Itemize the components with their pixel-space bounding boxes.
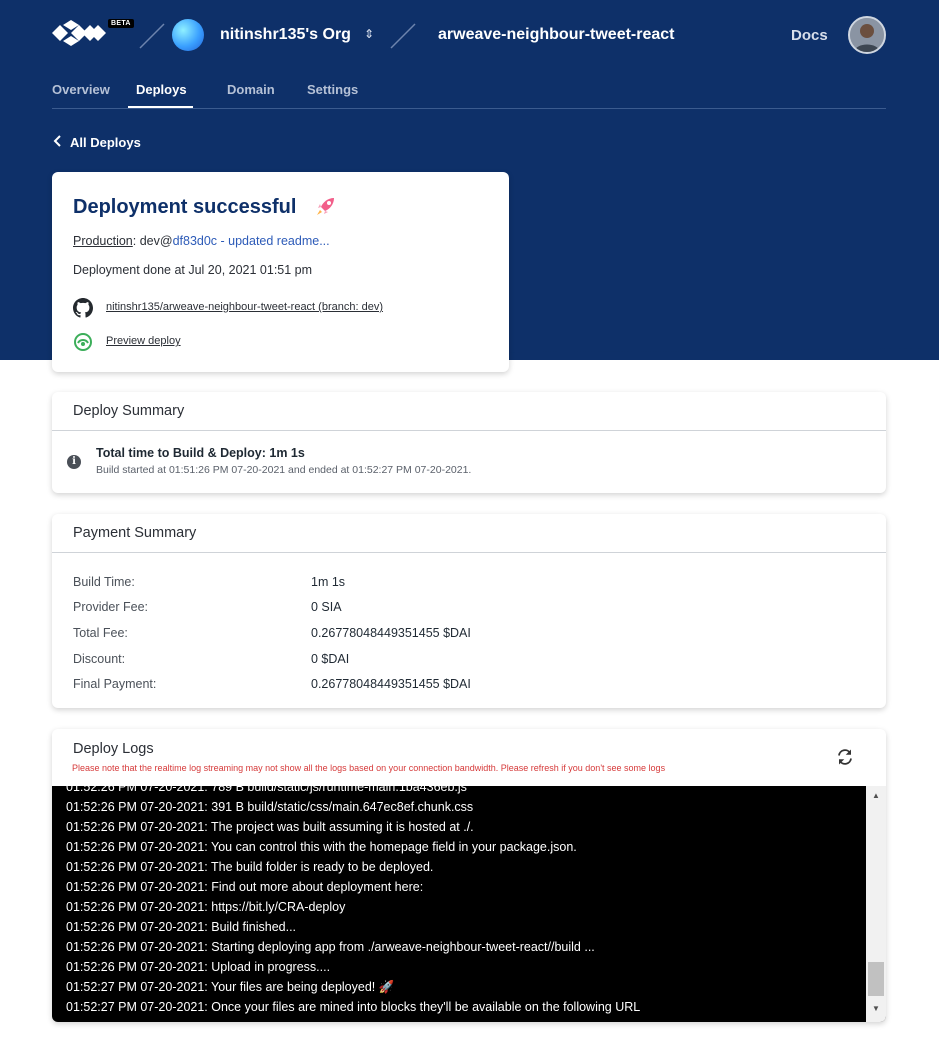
project-name[interactable]: arweave-neighbour-tweet-react xyxy=(438,26,675,44)
log-line: 01:52:26 PM 07-20-2021: Build finished..… xyxy=(66,920,297,934)
info-icon: i xyxy=(67,455,81,469)
logs-warning-note: Please note that the realtime log stream… xyxy=(72,763,666,773)
provider-fee-value: 0 SIA xyxy=(311,600,342,614)
production-label[interactable]: Production xyxy=(73,234,133,248)
log-scrollbar[interactable]: ▲ ▼ xyxy=(866,786,886,1022)
commit-link[interactable]: df83d0c - updated readme... xyxy=(173,234,330,248)
project-tabs: Overview Deploys Domain Settings xyxy=(52,78,886,109)
tab-deploys[interactable]: Deploys xyxy=(128,82,193,108)
payment-summary-header: Payment Summary xyxy=(52,514,886,553)
provider-fee-label: Provider Fee: xyxy=(73,600,149,614)
log-lines: 01:52:26 PM 07-20-2021: 789 B build/stat… xyxy=(66,786,856,1017)
chevron-up-down-icon[interactable]: ⇕ xyxy=(364,27,374,41)
log-line: 01:52:26 PM 07-20-2021: Find out more ab… xyxy=(66,880,424,894)
org-name[interactable]: nitinshr135's Org xyxy=(220,26,351,44)
payment-row: Build Time: 1m 1s xyxy=(73,575,873,591)
payment-row: Provider Fee: 0 SIA xyxy=(73,600,873,616)
payment-row: Total Fee: 0.26778048449351455 $DAI xyxy=(73,626,873,642)
logo-icon[interactable] xyxy=(52,20,106,46)
deployment-done-text: Deployment done at Jul 20, 2021 01:51 pm xyxy=(73,263,313,277)
discount-value: 0 $DAI xyxy=(311,652,350,666)
total-time-text: Total time to Build & Deploy: 1m 1s xyxy=(96,446,305,460)
chevron-left-icon xyxy=(53,135,61,147)
user-avatar[interactable] xyxy=(848,16,886,54)
breadcrumb-separator xyxy=(139,23,165,49)
scroll-thumb[interactable] xyxy=(868,962,884,996)
all-deploys-label: All Deploys xyxy=(70,135,141,150)
log-line: 01:52:26 PM 07-20-2021: Starting deployi… xyxy=(66,940,595,954)
log-line: 01:52:26 PM 07-20-2021: The project was … xyxy=(66,820,474,834)
docs-link[interactable]: Docs xyxy=(791,27,828,44)
deployment-status-title: Deployment successful xyxy=(73,196,297,218)
log-console[interactable]: 01:52:26 PM 07-20-2021: 789 B build/stat… xyxy=(52,786,886,1022)
log-line: 01:52:26 PM 07-20-2021: 391 B build/stat… xyxy=(66,800,474,814)
payment-row: Final Payment: 0.26778048449351455 $DAI xyxy=(73,677,873,693)
branch-prefix: : dev@ xyxy=(132,234,173,248)
payment-row: Discount: 0 $DAI xyxy=(73,652,873,668)
top-bar: BETA nitinshr135's Org ⇕ arweave-neighbo… xyxy=(52,14,886,58)
log-line: 01:52:27 PM 07-20-2021: Once your files … xyxy=(66,1000,641,1014)
preview-row: Preview deploy xyxy=(73,332,181,352)
build-time-value: 1m 1s xyxy=(311,575,346,589)
build-range-text: Build started at 01:51:26 PM 07-20-2021 … xyxy=(96,464,472,476)
rocket-icon xyxy=(317,198,334,215)
discount-label: Discount: xyxy=(73,652,126,666)
preview-icon xyxy=(74,333,92,351)
deploy-summary-header: Deploy Summary xyxy=(52,392,886,431)
tab-domain[interactable]: Domain xyxy=(227,82,275,106)
github-icon xyxy=(73,298,93,318)
log-line: 01:52:26 PM 07-20-2021: You can control … xyxy=(66,840,577,854)
tab-settings[interactable]: Settings xyxy=(307,82,358,106)
refresh-icon[interactable] xyxy=(836,748,854,766)
final-payment-label: Final Payment: xyxy=(73,677,157,691)
build-time-label: Build Time: xyxy=(73,575,135,589)
org-avatar[interactable] xyxy=(172,19,204,51)
production-line: Production: dev@df83d0c - updated readme… xyxy=(73,234,330,248)
total-fee-label: Total Fee: xyxy=(73,626,128,640)
beta-badge: BETA xyxy=(108,19,134,28)
scroll-down-arrow-icon[interactable]: ▼ xyxy=(866,1002,886,1016)
log-line: 01:52:26 PM 07-20-2021: https://bit.ly/C… xyxy=(66,900,346,914)
deploy-summary-card: Deploy Summary i Total time to Build & D… xyxy=(52,392,886,493)
scroll-up-arrow-icon[interactable]: ▲ xyxy=(866,789,886,803)
repo-link[interactable]: nitinshr135/arweave-neighbour-tweet-reac… xyxy=(106,301,383,313)
deploy-logs-card: Deploy Logs Please note that the realtim… xyxy=(52,729,886,1022)
log-line: 01:52:26 PM 07-20-2021: 789 B build/stat… xyxy=(66,786,467,794)
log-line: 01:52:27 PM 07-20-2021: Your files are b… xyxy=(66,980,395,994)
deploy-summary-title: Deploy Summary xyxy=(73,403,185,419)
total-fee-value: 0.26778048449351455 $DAI xyxy=(311,626,471,640)
all-deploys-link[interactable]: All Deploys xyxy=(52,135,141,150)
breadcrumb-separator xyxy=(390,23,416,49)
log-line: 01:52:26 PM 07-20-2021: The build folder… xyxy=(66,860,434,874)
log-line: 01:52:26 PM 07-20-2021: Upload in progre… xyxy=(66,960,331,974)
payment-summary-card: Payment Summary Build Time: 1m 1s Provid… xyxy=(52,514,886,708)
final-payment-value: 0.26778048449351455 $DAI xyxy=(311,677,471,691)
preview-deploy-link[interactable]: Preview deploy xyxy=(106,335,181,347)
payment-summary-title: Payment Summary xyxy=(73,525,197,541)
deployment-status-card: Deployment successful Production: dev@df… xyxy=(52,172,509,372)
deploy-logs-title: Deploy Logs xyxy=(73,741,154,757)
tab-overview[interactable]: Overview xyxy=(52,82,110,106)
